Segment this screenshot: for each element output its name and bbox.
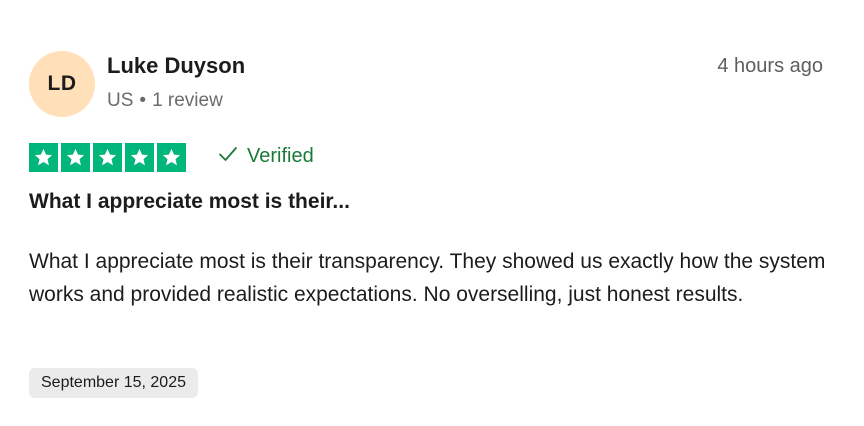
review-date-badge: September 15, 2025 <box>29 368 198 398</box>
review-title[interactable]: What I appreciate most is their... <box>29 190 350 214</box>
star-icon <box>93 143 122 172</box>
star-icon <box>61 143 90 172</box>
review-date: September 15, 2025 <box>41 374 186 391</box>
checkmark-icon <box>218 145 238 168</box>
avatar-initials: LD <box>47 72 77 95</box>
review-card: LD Luke Duyson US • 1 review 4 hours ago… <box>0 0 864 426</box>
review-time-ago: 4 hours ago <box>717 55 823 77</box>
star-icon <box>125 143 154 172</box>
meta-separator: • <box>139 90 147 111</box>
star-icon <box>157 143 186 172</box>
verified-badge[interactable]: Verified <box>218 145 314 168</box>
reviewer-meta: US • 1 review <box>107 90 223 112</box>
verified-label: Verified <box>247 145 314 167</box>
reviewer-review-count: 1 review <box>152 90 223 111</box>
star-icon <box>29 143 58 172</box>
avatar[interactable]: LD <box>29 51 95 117</box>
reviewer-country: US <box>107 90 134 111</box>
review-body: What I appreciate most is their transpar… <box>29 250 826 306</box>
star-rating <box>29 143 186 172</box>
reviewer-name[interactable]: Luke Duyson <box>107 53 245 79</box>
